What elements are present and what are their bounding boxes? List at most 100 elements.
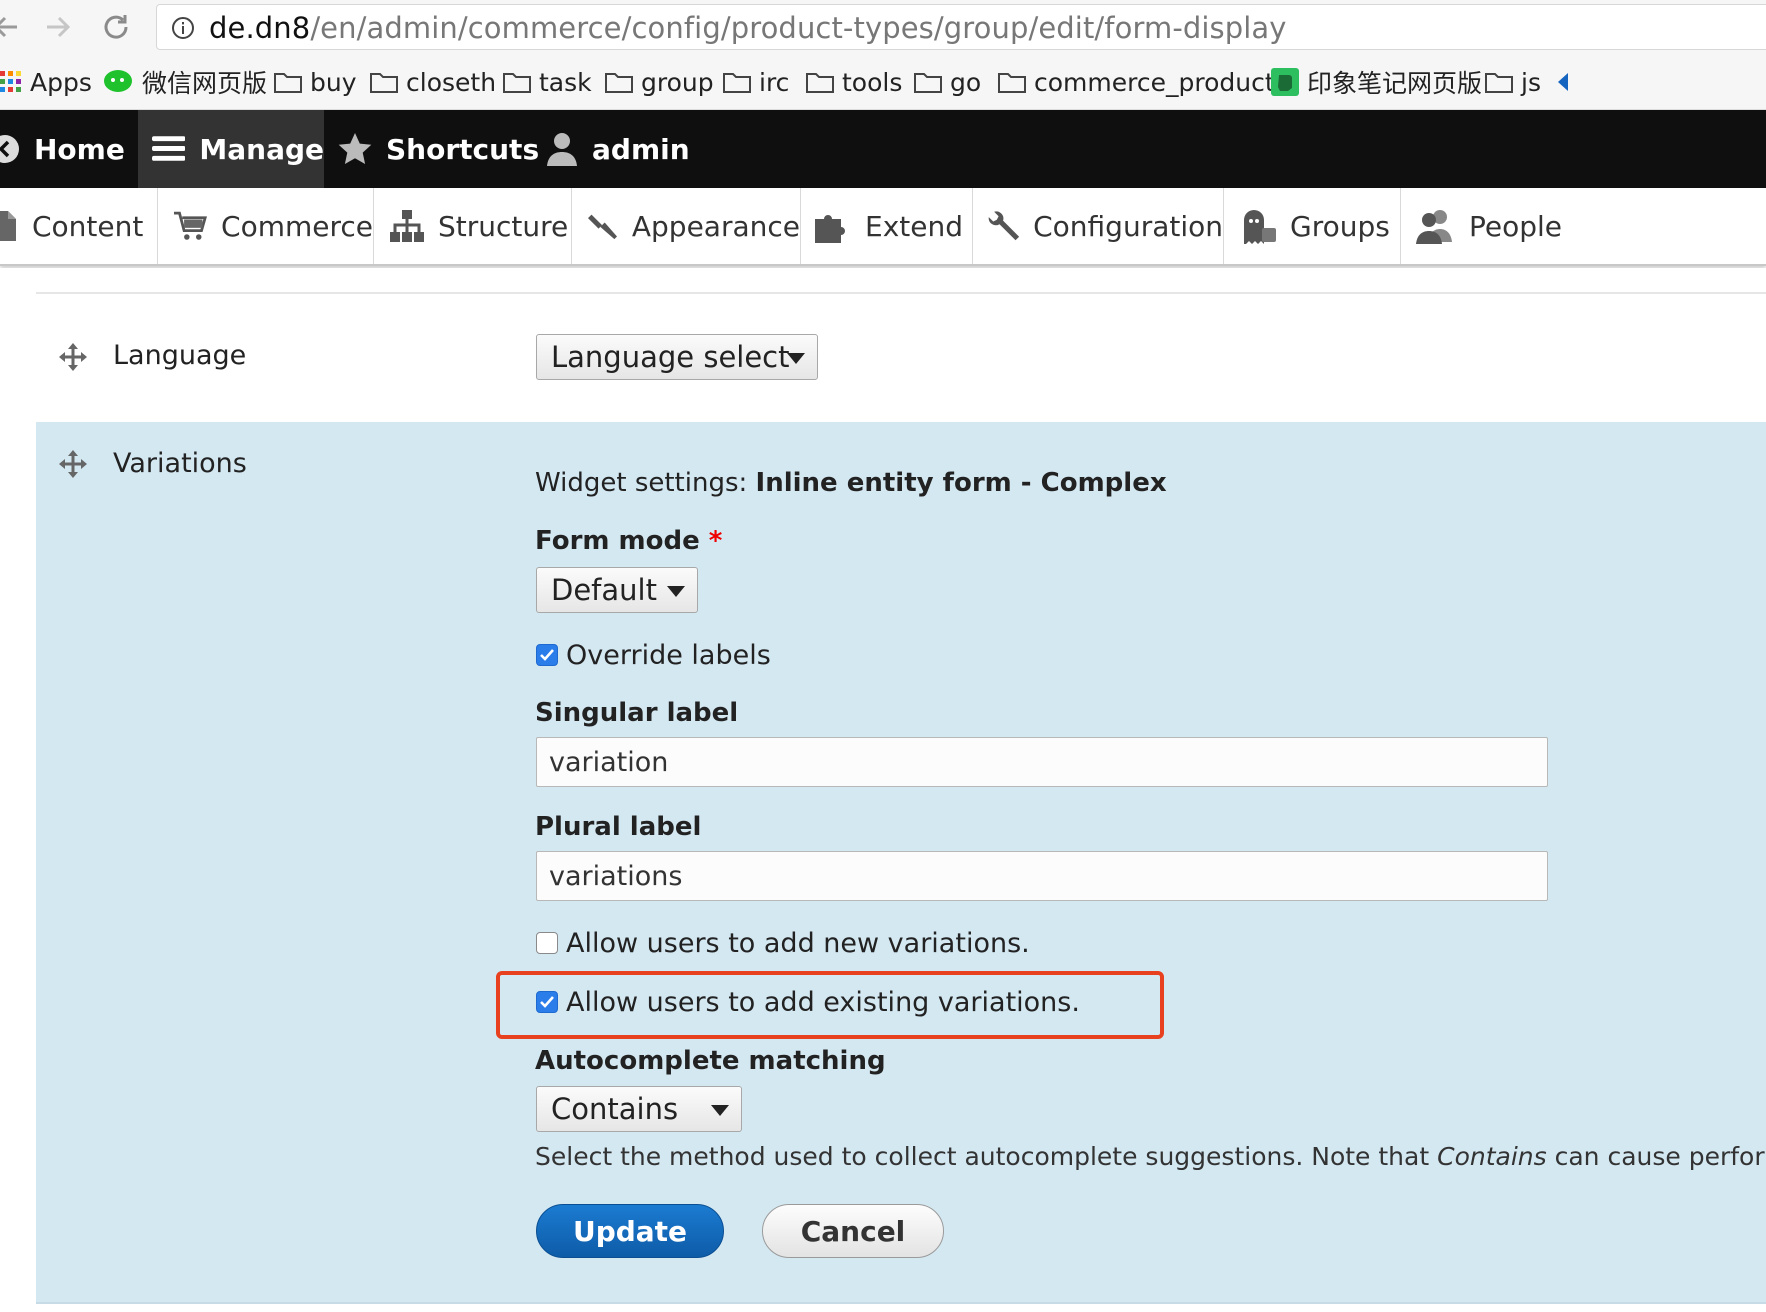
menu-item-extend[interactable]: Extend bbox=[801, 188, 973, 264]
menu-item-label: Appearance bbox=[631, 209, 800, 243]
bookmark-apps[interactable]: Apps bbox=[0, 64, 92, 100]
bookmark-label: go bbox=[950, 67, 982, 97]
toolbar-home-label: Home bbox=[34, 132, 125, 166]
apps-grid-icon bbox=[0, 71, 21, 92]
bookmark-wechat[interactable]: 微信网页版 bbox=[104, 64, 267, 100]
autocomplete-matching-label: Autocomplete matching bbox=[535, 1046, 886, 1076]
puzzle-icon bbox=[815, 215, 845, 243]
forward-icon[interactable] bbox=[38, 8, 78, 46]
autocomplete-help-text: Select the method used to collect autoco… bbox=[535, 1142, 1766, 1171]
bookmark-label: 印象笔记网页版 bbox=[1307, 69, 1483, 98]
toolbar-manage-label: Manage bbox=[199, 132, 324, 166]
select-value: Contains bbox=[551, 1092, 679, 1126]
wrench-icon bbox=[988, 211, 1020, 241]
back-icon[interactable] bbox=[0, 8, 26, 46]
form-mode-label-text: Form mode bbox=[535, 526, 700, 556]
folder-icon bbox=[723, 73, 751, 93]
more-bookmarks-icon[interactable] bbox=[1556, 64, 1578, 100]
bookmark-label: 微信网页版 bbox=[142, 69, 268, 98]
bookmark-folder[interactable]: group bbox=[605, 64, 714, 100]
toolbar-shortcuts[interactable]: Shortcuts bbox=[338, 110, 539, 188]
bookmark-folder[interactable]: closeth bbox=[370, 64, 496, 100]
admin-menu-tray: Content Commerce Structure Appearance Ex… bbox=[0, 188, 1766, 266]
bookmark-folder[interactable]: tools bbox=[806, 64, 902, 100]
override-labels-checkbox[interactable] bbox=[536, 644, 558, 666]
toolbar-user[interactable]: admin bbox=[546, 110, 690, 188]
folder-icon bbox=[806, 73, 834, 93]
wechat-icon bbox=[104, 70, 132, 92]
help-text-start: Select the method used to collect autoco… bbox=[535, 1142, 1438, 1171]
menu-item-commerce[interactable]: Commerce bbox=[158, 188, 374, 264]
site-info-icon[interactable] bbox=[171, 16, 195, 40]
update-button[interactable]: Update bbox=[536, 1204, 724, 1258]
form-mode-select[interactable]: Default bbox=[536, 567, 698, 613]
bookmark-evernote[interactable]: 印象笔记网页版 bbox=[1271, 64, 1482, 100]
menu-item-content[interactable]: Content bbox=[0, 188, 158, 264]
widget-settings-name: Inline entity form - Complex bbox=[755, 468, 1167, 498]
folder-icon bbox=[914, 73, 942, 93]
bookmark-folder[interactable]: js bbox=[1485, 64, 1541, 100]
paintbrush-icon bbox=[588, 214, 617, 240]
help-text-emphasis: Contains bbox=[1437, 1142, 1547, 1171]
reload-icon[interactable] bbox=[96, 8, 136, 46]
bookmark-label: task bbox=[539, 67, 592, 97]
plural-label-input[interactable]: variations bbox=[536, 851, 1548, 901]
folder-icon bbox=[370, 73, 398, 93]
folder-icon bbox=[1485, 73, 1513, 93]
bookmark-folder[interactable]: go bbox=[914, 64, 981, 100]
toolbar-shortcuts-label: Shortcuts bbox=[386, 132, 540, 166]
menu-item-groups[interactable]: Groups bbox=[1224, 188, 1401, 264]
chevron-down-icon bbox=[667, 586, 685, 597]
form-display-content: Language Language select Variations Widg… bbox=[0, 268, 1766, 1312]
menu-item-label: People bbox=[1469, 209, 1563, 243]
allow-new-checkbox-row[interactable]: Allow users to add new variations. bbox=[536, 925, 1030, 961]
form-mode-label: Form mode * bbox=[535, 526, 722, 556]
bookmark-folder[interactable]: irc bbox=[723, 64, 789, 100]
select-value: Default bbox=[551, 573, 657, 607]
menu-item-configuration[interactable]: Configuration bbox=[973, 188, 1224, 264]
singular-label-input[interactable]: variation bbox=[536, 737, 1548, 787]
bookmark-folder[interactable]: task bbox=[503, 64, 592, 100]
menu-item-people[interactable]: People bbox=[1401, 188, 1601, 264]
variations-row-label: Variations bbox=[113, 448, 247, 479]
admin-toolbar: Home Manage Shortcuts admin bbox=[0, 110, 1766, 188]
select-value: Language select bbox=[551, 340, 790, 374]
url-path: /en/admin/commerce/config/product-types/… bbox=[310, 11, 1287, 45]
menu-item-label: Content bbox=[32, 209, 144, 243]
menu-item-label: Configuration bbox=[1033, 209, 1223, 243]
bookmark-folder[interactable]: commerce_product... bbox=[998, 64, 1298, 100]
highlight-annotation bbox=[496, 971, 1164, 1039]
allow-new-label: Allow users to add new variations. bbox=[566, 927, 1030, 959]
allow-new-checkbox[interactable] bbox=[536, 932, 558, 954]
autocomplete-matching-select[interactable]: Contains bbox=[536, 1086, 742, 1132]
menu-item-label: Extend bbox=[865, 209, 963, 243]
toolbar-manage[interactable]: Manage bbox=[138, 110, 324, 188]
language-row-label: Language bbox=[113, 340, 247, 371]
menu-item-structure[interactable]: Structure bbox=[374, 188, 572, 264]
override-labels-checkbox-row[interactable]: Override labels bbox=[536, 637, 771, 673]
bookmark-folder[interactable]: buy bbox=[274, 64, 357, 100]
cancel-button[interactable]: Cancel bbox=[762, 1204, 944, 1258]
widget-settings-heading: Widget settings: Inline entity form - Co… bbox=[535, 468, 1167, 498]
bookmark-label: js bbox=[1521, 67, 1541, 97]
toolbar-home[interactable]: Home bbox=[0, 110, 125, 188]
language-widget-select[interactable]: Language select bbox=[536, 334, 818, 380]
toolbar-user-label: admin bbox=[592, 132, 690, 166]
back-arrow-icon bbox=[0, 135, 19, 163]
url-field[interactable]: de.dn8/en/admin/commerce/config/product-… bbox=[156, 4, 1766, 50]
menu-item-appearance[interactable]: Appearance bbox=[572, 188, 801, 264]
evernote-icon bbox=[1271, 68, 1299, 96]
document-icon bbox=[0, 211, 16, 241]
drag-handle-icon[interactable] bbox=[58, 342, 88, 372]
bookmark-label: buy bbox=[310, 67, 357, 97]
drag-handle-icon[interactable] bbox=[58, 449, 88, 479]
bookmark-label: closeth bbox=[406, 67, 497, 97]
url-host: de.dn8 bbox=[209, 11, 311, 45]
menu-item-label: Commerce bbox=[221, 209, 373, 243]
bookmark-label: tools bbox=[842, 67, 903, 97]
chevron-down-icon bbox=[711, 1105, 729, 1116]
url-text: de.dn8/en/admin/commerce/config/product-… bbox=[209, 11, 1287, 45]
shopping-cart-icon bbox=[174, 211, 208, 240]
bookmarks-bar: Apps 微信网页版 buy closeth task group irc to… bbox=[0, 54, 1766, 110]
row-divider bbox=[36, 292, 1766, 294]
